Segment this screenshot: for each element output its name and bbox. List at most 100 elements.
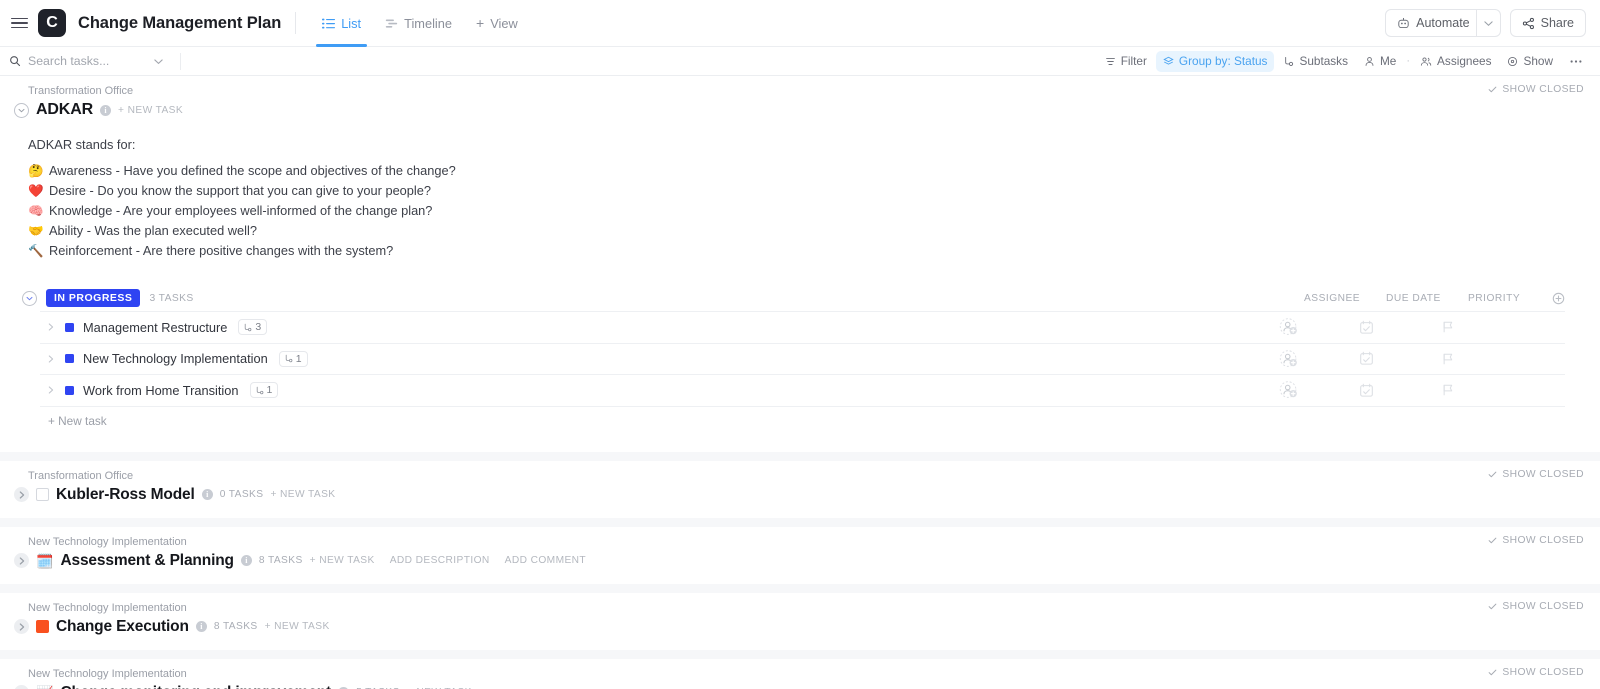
flag-icon[interactable] bbox=[1441, 352, 1455, 366]
search-input[interactable] bbox=[28, 54, 146, 68]
section-title[interactable]: Change monitoring and improvement bbox=[60, 684, 331, 689]
subtask-icon bbox=[284, 354, 293, 363]
due-date-cell[interactable] bbox=[1351, 351, 1433, 366]
task-name[interactable]: Work from Home Transition bbox=[83, 383, 239, 398]
collapse-toggle-icon[interactable] bbox=[14, 685, 29, 689]
add-assignee-icon[interactable] bbox=[1279, 317, 1299, 337]
assignee-cell[interactable] bbox=[1269, 380, 1351, 400]
show-closed-toggle[interactable]: SHOW CLOSED bbox=[1488, 601, 1584, 612]
due-date-cell[interactable] bbox=[1351, 383, 1433, 398]
collapse-toggle-icon[interactable] bbox=[14, 102, 29, 118]
group-collapse-icon[interactable] bbox=[22, 290, 37, 306]
me-button[interactable]: Me bbox=[1357, 51, 1403, 72]
automate-dropdown-caret[interactable] bbox=[1475, 10, 1500, 36]
show-closed-toggle[interactable]: SHOW CLOSED bbox=[1488, 535, 1584, 546]
subtask-count-badge[interactable]: 1 bbox=[249, 382, 279, 399]
add-assignee-icon[interactable] bbox=[1279, 380, 1299, 400]
subtask-icon bbox=[243, 323, 252, 332]
collapse-toggle-icon[interactable] bbox=[14, 619, 29, 634]
flag-icon[interactable] bbox=[1441, 320, 1455, 334]
group-by-button[interactable]: Group by: Status bbox=[1155, 50, 1275, 72]
list-color-icon bbox=[36, 488, 49, 501]
collapse-toggle-icon[interactable] bbox=[14, 553, 29, 568]
add-comment-action[interactable]: ADD COMMENT bbox=[505, 555, 586, 566]
table-row[interactable]: Work from Home Transition 1 bbox=[40, 375, 1565, 407]
add-assignee-icon[interactable] bbox=[1279, 349, 1299, 369]
filter-button[interactable]: Filter bbox=[1098, 51, 1154, 72]
info-icon[interactable]: i bbox=[201, 489, 213, 500]
automate-button[interactable]: Automate bbox=[1385, 9, 1501, 37]
workspace-logo[interactable]: C bbox=[38, 9, 66, 37]
expand-subtasks-icon[interactable] bbox=[48, 386, 56, 394]
view-tabs: List Timeline + View bbox=[310, 0, 530, 47]
header-divider bbox=[295, 12, 297, 34]
section-description[interactable]: ADKAR stands for: 🤔 Awareness - Have you… bbox=[0, 121, 1600, 265]
tab-timeline-label: Timeline bbox=[404, 15, 452, 31]
group-header: IN PROGRESS 3 TASKS ASSIGNEE DUE DATE PR… bbox=[0, 285, 1600, 311]
share-button[interactable]: Share bbox=[1509, 9, 1586, 37]
list-content[interactable]: Transformation Office ADKAR i + NEW TASK… bbox=[0, 76, 1600, 689]
calendar-icon[interactable] bbox=[1359, 351, 1374, 366]
show-closed-toggle[interactable]: SHOW CLOSED bbox=[1488, 469, 1584, 480]
chevron-down-icon[interactable] bbox=[153, 56, 164, 67]
new-task-action[interactable]: + NEW TASK bbox=[265, 621, 330, 632]
assignee-cell[interactable] bbox=[1269, 317, 1351, 337]
flag-icon[interactable] bbox=[1441, 383, 1455, 397]
add-new-task-button[interactable]: + New task bbox=[0, 407, 1600, 438]
assignees-label: Assignees bbox=[1437, 54, 1492, 68]
new-task-action[interactable]: + NEW TASK bbox=[310, 555, 375, 566]
section-title[interactable]: ADKAR bbox=[36, 101, 93, 119]
column-header-priority[interactable]: PRIORITY bbox=[1468, 293, 1552, 304]
show-button[interactable]: Show bbox=[1500, 51, 1560, 72]
tab-timeline[interactable]: Timeline bbox=[373, 0, 464, 47]
assignee-cell[interactable] bbox=[1269, 349, 1351, 369]
table-row[interactable]: Management Restructure 3 bbox=[40, 312, 1565, 344]
column-header-assignee[interactable]: ASSIGNEE bbox=[1304, 293, 1386, 304]
search-container[interactable] bbox=[0, 47, 180, 76]
tab-list[interactable]: List bbox=[310, 0, 373, 47]
section-title[interactable]: Assessment & Planning bbox=[60, 552, 234, 570]
priority-cell[interactable] bbox=[1433, 352, 1517, 366]
add-description-action[interactable]: ADD DESCRIPTION bbox=[390, 555, 490, 566]
task-name[interactable]: Management Restructure bbox=[83, 320, 227, 335]
more-options-button[interactable] bbox=[1562, 51, 1590, 72]
hamburger-icon[interactable] bbox=[0, 0, 38, 47]
add-column-icon[interactable] bbox=[1552, 292, 1600, 305]
calendar-icon[interactable] bbox=[1359, 383, 1374, 398]
show-closed-toggle[interactable]: SHOW CLOSED bbox=[1488, 84, 1584, 95]
section-title[interactable]: Kubler-Ross Model bbox=[56, 486, 195, 504]
description-text: Awareness - Have you defined the scope a… bbox=[49, 163, 456, 178]
priority-cell[interactable] bbox=[1433, 383, 1517, 397]
tab-list-label: List bbox=[341, 15, 362, 31]
subtask-count-badge[interactable]: 3 bbox=[238, 319, 268, 336]
table-row[interactable]: New Technology Implementation 1 bbox=[40, 344, 1565, 375]
show-closed-toggle[interactable]: SHOW CLOSED bbox=[1488, 667, 1584, 678]
task-status-indicator[interactable] bbox=[65, 354, 74, 364]
chart-increasing-emoji: 📈 bbox=[36, 686, 53, 689]
section-title[interactable]: Change Execution bbox=[56, 618, 189, 636]
task-status-indicator[interactable] bbox=[65, 322, 74, 332]
subtask-count-badge[interactable]: 1 bbox=[278, 350, 308, 367]
new-task-action[interactable]: + NEW TASK bbox=[118, 105, 183, 116]
subtask-icon bbox=[255, 386, 264, 395]
assignees-button[interactable]: Assignees bbox=[1413, 51, 1498, 72]
collapse-toggle-icon[interactable] bbox=[14, 487, 29, 502]
due-date-cell[interactable] bbox=[1351, 320, 1433, 335]
column-header-due-date[interactable]: DUE DATE bbox=[1386, 293, 1468, 304]
task-name[interactable]: New Technology Implementation bbox=[83, 351, 268, 366]
new-task-action[interactable]: + NEW TASK bbox=[270, 489, 335, 500]
subtasks-button[interactable]: Subtasks bbox=[1276, 51, 1355, 72]
expand-subtasks-icon[interactable] bbox=[48, 323, 56, 331]
task-status-indicator[interactable] bbox=[65, 385, 74, 395]
priority-cell[interactable] bbox=[1433, 320, 1517, 334]
calendar-icon[interactable] bbox=[1359, 320, 1374, 335]
info-icon[interactable]: i bbox=[100, 104, 112, 116]
status-group-in-progress: IN PROGRESS 3 TASKS ASSIGNEE DUE DATE PR… bbox=[0, 285, 1600, 438]
expand-subtasks-icon[interactable] bbox=[48, 355, 56, 363]
info-icon[interactable]: i bbox=[240, 555, 252, 566]
toolbar-actions: Filter Group by: Status Subtasks Me · As bbox=[1098, 50, 1590, 72]
info-icon[interactable]: i bbox=[195, 621, 207, 632]
status-badge[interactable]: IN PROGRESS bbox=[46, 289, 141, 307]
tab-add-view[interactable]: + View bbox=[464, 0, 530, 47]
check-icon bbox=[1488, 668, 1497, 677]
